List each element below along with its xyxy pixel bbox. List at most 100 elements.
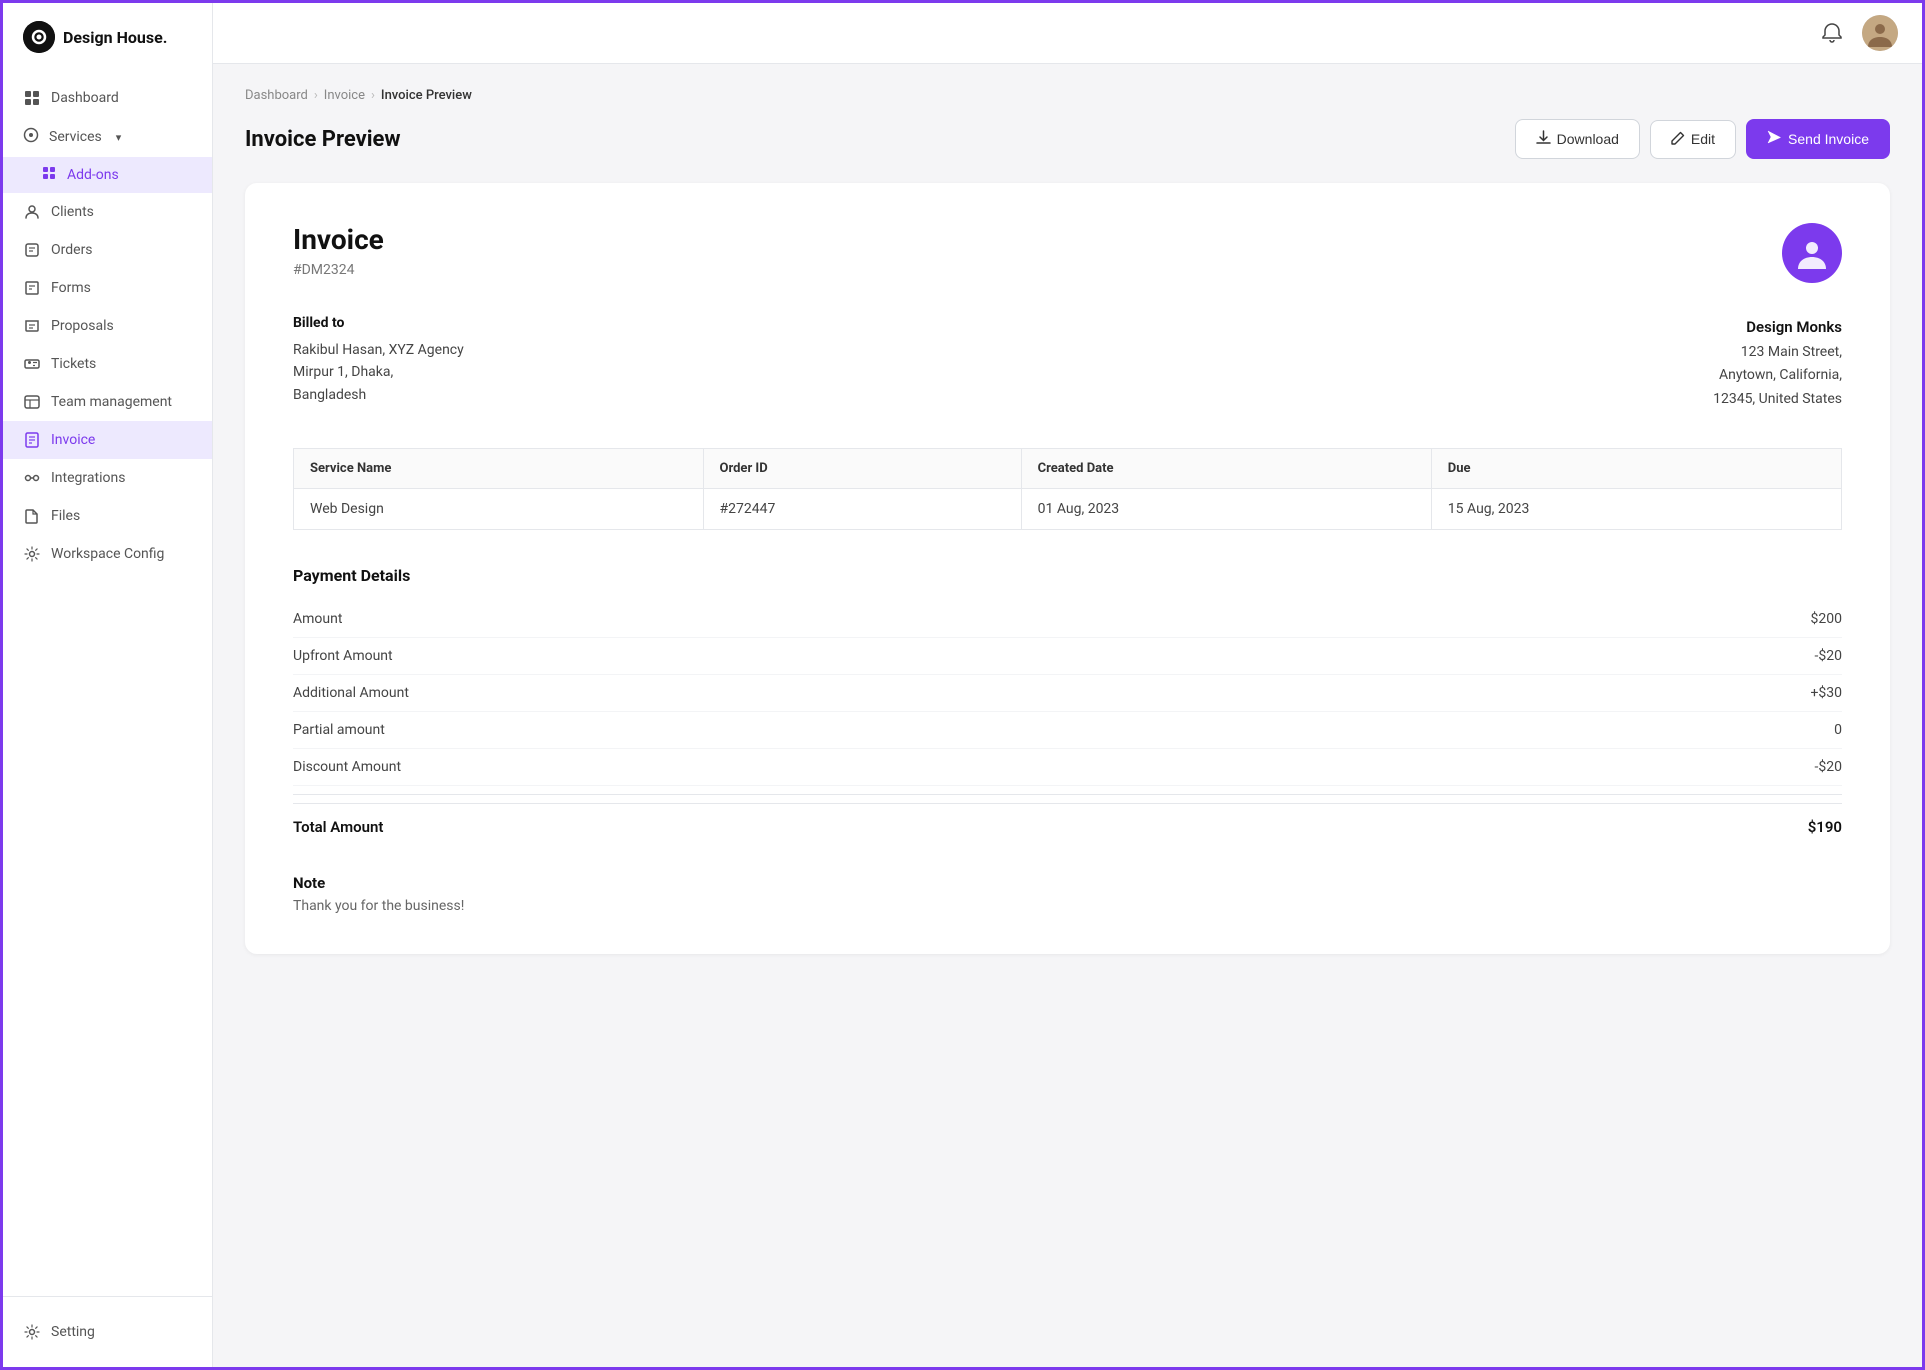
sidebar-item-addons[interactable]: Add-ons bbox=[3, 157, 212, 193]
table-cell-due: 15 Aug, 2023 bbox=[1431, 488, 1841, 529]
forms-icon bbox=[23, 279, 41, 297]
table-row: Web Design #272447 01 Aug, 2023 15 Aug, … bbox=[294, 488, 1842, 529]
sidebar-item-files[interactable]: Files bbox=[3, 497, 212, 535]
table-cell-created: 01 Aug, 2023 bbox=[1021, 488, 1431, 529]
page-title: Invoice Preview bbox=[245, 127, 401, 152]
sidebar-item-orders[interactable]: Orders bbox=[3, 231, 212, 269]
logo-icon bbox=[23, 21, 55, 53]
sidebar-label-proposals: Proposals bbox=[51, 318, 114, 334]
sidebar-label-invoice: Invoice bbox=[51, 432, 95, 448]
company-address-line3: 12345, United States bbox=[1713, 388, 1842, 412]
table-header-order: Order ID bbox=[703, 448, 1021, 488]
invoice-icon bbox=[23, 431, 41, 449]
notification-bell-icon[interactable] bbox=[1814, 15, 1850, 51]
sidebar-label-workspace: Workspace Config bbox=[51, 546, 164, 562]
invoice-heading: Invoice bbox=[293, 223, 384, 256]
integrations-icon bbox=[23, 469, 41, 487]
sidebar-label-forms: Forms bbox=[51, 280, 91, 296]
breadcrumb-sep-1: › bbox=[314, 88, 318, 103]
sidebar-label-tickets: Tickets bbox=[51, 356, 96, 372]
dashboard-icon bbox=[23, 89, 41, 107]
sidebar-item-integrations[interactable]: Integrations bbox=[3, 459, 212, 497]
payment-details-section: Payment Details Amount $200 Upfront Amou… bbox=[293, 566, 1842, 846]
download-button[interactable]: Download bbox=[1515, 119, 1640, 159]
page-header: Invoice Preview Download bbox=[245, 119, 1890, 159]
payment-value-additional: +$30 bbox=[1810, 685, 1842, 701]
edit-icon bbox=[1671, 131, 1685, 148]
payment-section-title: Payment Details bbox=[293, 566, 1842, 585]
invoice-card: Invoice #DM2324 Billed to Rakibul Hasan,… bbox=[245, 183, 1890, 954]
files-icon bbox=[23, 507, 41, 525]
invoice-title-block: Invoice #DM2324 bbox=[293, 223, 384, 278]
breadcrumb-dashboard[interactable]: Dashboard bbox=[245, 88, 308, 103]
download-label: Download bbox=[1557, 131, 1619, 147]
table-header-service: Service Name bbox=[294, 448, 704, 488]
payment-label-amount: Amount bbox=[293, 611, 342, 627]
payment-value-discount: -$20 bbox=[1815, 759, 1842, 775]
note-title: Note bbox=[293, 874, 1842, 892]
breadcrumb-invoice-preview: Invoice Preview bbox=[381, 88, 472, 103]
payment-row-additional: Additional Amount +$30 bbox=[293, 675, 1842, 712]
sidebar-label-integrations: Integrations bbox=[51, 470, 125, 486]
payment-row-amount: Amount $200 bbox=[293, 601, 1842, 638]
note-section: Note Thank you for the business! bbox=[293, 874, 1842, 914]
billed-to-block: Billed to Rakibul Hasan, XYZ Agency Mirp… bbox=[293, 315, 464, 406]
proposals-icon bbox=[23, 317, 41, 335]
sidebar-label-orders: Orders bbox=[51, 242, 93, 258]
user-avatar[interactable] bbox=[1862, 15, 1898, 51]
company-address-line2: Anytown, California, bbox=[1713, 364, 1842, 388]
billed-to-label: Billed to bbox=[293, 315, 464, 331]
invoice-header-row: Invoice #DM2324 bbox=[293, 223, 1842, 283]
sidebar-label-settings: Setting bbox=[51, 1324, 95, 1340]
send-invoice-button[interactable]: Send Invoice bbox=[1746, 119, 1890, 159]
edit-label: Edit bbox=[1691, 131, 1715, 147]
page-content: Dashboard › Invoice › Invoice Preview In… bbox=[213, 64, 1922, 1367]
services-icon bbox=[23, 127, 39, 147]
payment-value-amount: $200 bbox=[1811, 611, 1842, 627]
table-cell-order: #272447 bbox=[703, 488, 1021, 529]
sidebar-item-team[interactable]: Team management bbox=[3, 383, 212, 421]
sidebar: Design House. Dashboard S bbox=[3, 3, 213, 1367]
payment-value-upfront: -$20 bbox=[1815, 648, 1842, 664]
payment-label-additional: Additional Amount bbox=[293, 685, 409, 701]
billing-row: Billed to Rakibul Hasan, XYZ Agency Mirp… bbox=[293, 315, 1842, 412]
sidebar-label-clients: Clients bbox=[51, 204, 94, 220]
table-header-due: Due bbox=[1431, 448, 1841, 488]
app-logo[interactable]: Design House. bbox=[3, 3, 212, 71]
payment-label-discount: Discount Amount bbox=[293, 759, 401, 775]
sidebar-item-proposals[interactable]: Proposals bbox=[3, 307, 212, 345]
sidebar-item-invoice[interactable]: Invoice bbox=[3, 421, 212, 459]
clients-icon bbox=[23, 203, 41, 221]
sidebar-item-clients[interactable]: Clients bbox=[3, 193, 212, 231]
payment-value-partial: 0 bbox=[1834, 722, 1842, 738]
send-icon bbox=[1767, 130, 1782, 148]
chevron-down-icon: ▾ bbox=[116, 131, 122, 144]
sidebar-label-dashboard: Dashboard bbox=[51, 90, 119, 106]
sidebar-item-tickets[interactable]: Tickets bbox=[3, 345, 212, 383]
sidebar-item-services[interactable]: Services ▾ bbox=[3, 117, 212, 157]
edit-button[interactable]: Edit bbox=[1650, 120, 1736, 159]
sidebar-label-files: Files bbox=[51, 508, 80, 524]
app-name: Design House. bbox=[63, 28, 167, 47]
sidebar-item-forms[interactable]: Forms bbox=[3, 269, 212, 307]
payment-row-upfront: Upfront Amount -$20 bbox=[293, 638, 1842, 675]
sidebar-item-dashboard[interactable]: Dashboard bbox=[3, 79, 212, 117]
download-icon bbox=[1536, 130, 1551, 148]
company-name: Design Monks bbox=[1713, 315, 1842, 341]
sidebar-item-workspace[interactable]: Workspace Config bbox=[3, 535, 212, 573]
company-address-line1: 123 Main Street, bbox=[1713, 341, 1842, 365]
breadcrumb-invoice[interactable]: Invoice bbox=[324, 88, 365, 103]
sidebar-label-services: Services bbox=[49, 129, 102, 145]
sidebar-item-settings[interactable]: Setting bbox=[23, 1313, 192, 1351]
addons-icon bbox=[41, 165, 57, 185]
payment-label-total: Total Amount bbox=[293, 818, 383, 836]
payment-row-discount: Discount Amount -$20 bbox=[293, 749, 1842, 786]
invoice-table: Service Name Order ID Created Date Due W… bbox=[293, 448, 1842, 530]
invoice-id: #DM2324 bbox=[293, 262, 384, 278]
main-area: Dashboard › Invoice › Invoice Preview In… bbox=[213, 3, 1922, 1367]
topbar bbox=[213, 3, 1922, 64]
table-cell-service: Web Design bbox=[294, 488, 704, 529]
send-invoice-label: Send Invoice bbox=[1788, 131, 1869, 147]
settings-icon bbox=[23, 1323, 41, 1341]
billed-to-name: Rakibul Hasan, XYZ Agency Mirpur 1, Dhak… bbox=[293, 339, 464, 406]
